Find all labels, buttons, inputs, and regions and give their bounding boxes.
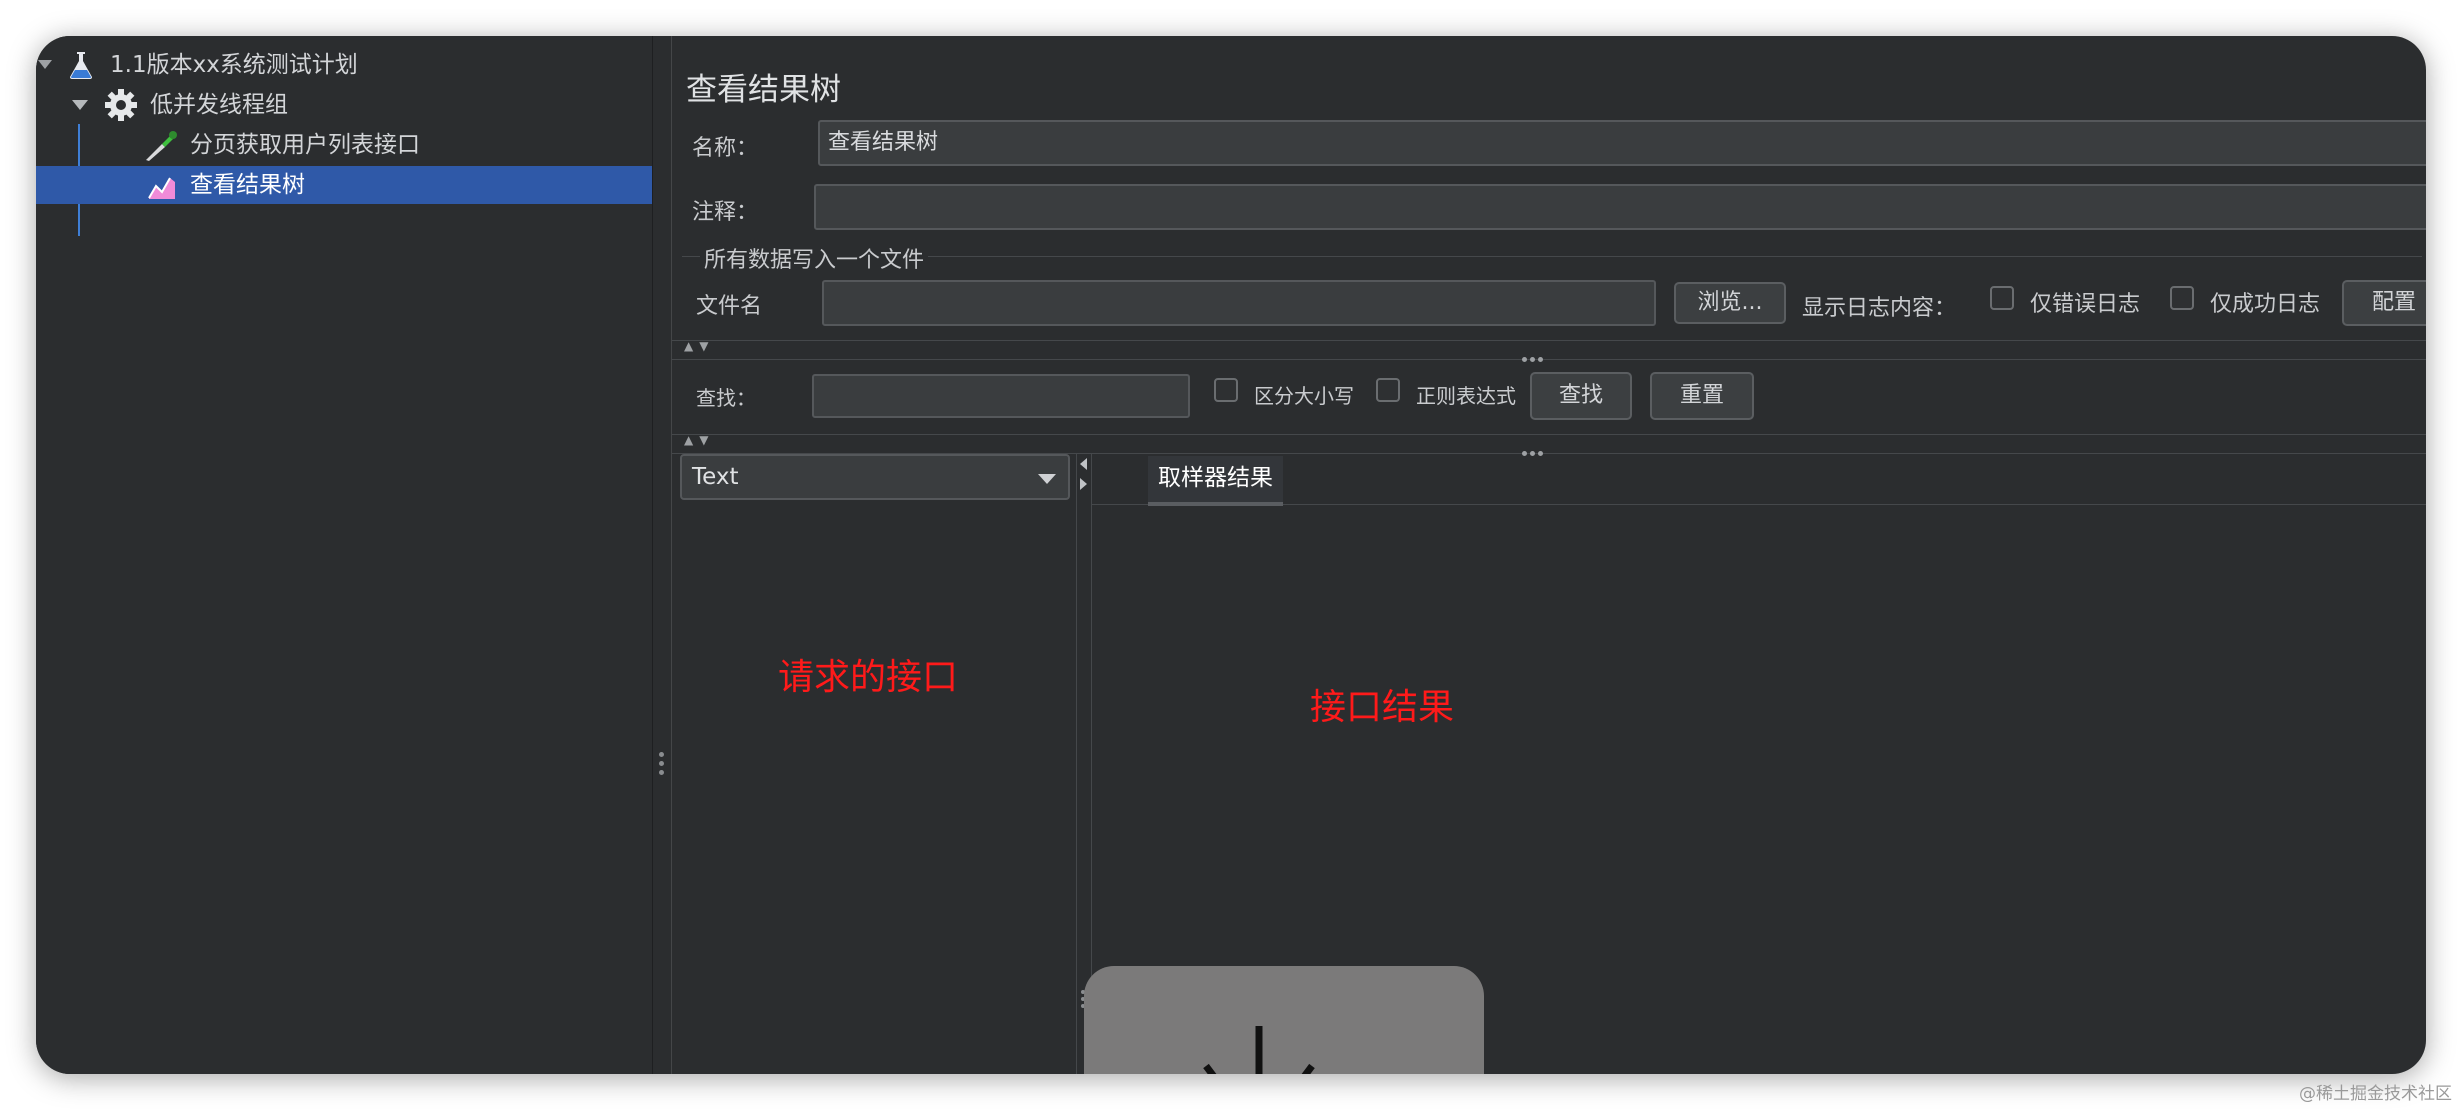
page-title: 查看结果树 xyxy=(686,72,841,108)
collapse-arrows-icon[interactable]: ▲▼ xyxy=(684,433,714,447)
success-only-label: 仅成功日志 xyxy=(2210,292,2321,317)
annotation-request-api: 请求的接口 xyxy=(778,657,959,698)
tab-sampler-result[interactable]: 取样器结果 xyxy=(1148,456,1283,506)
tree-label-test-plan: 1.1版本xx系统测试计划 xyxy=(110,52,358,78)
log-content-label: 显示日志内容： xyxy=(1802,296,1957,321)
gear-icon xyxy=(105,89,137,121)
success-only-checkbox[interactable] xyxy=(2170,286,2194,310)
find-button[interactable]: 查找 xyxy=(1530,372,1632,420)
tree-item-view-results-tree[interactable]: 查看结果树 xyxy=(36,166,652,204)
flask-icon xyxy=(70,52,92,79)
comment-field[interactable] xyxy=(814,184,2426,230)
expand-right-icon[interactable] xyxy=(1080,478,1087,490)
tree-item-sampler[interactable]: 分页获取用户列表接口 xyxy=(36,126,652,164)
test-plan-tree: 1.1版本xx系统测试计划 低并发线程组 分页获取用户列表接口 查看结果树 xyxy=(36,36,652,1074)
chart-icon xyxy=(148,177,175,199)
section-border xyxy=(682,256,2422,257)
download-overlay[interactable] xyxy=(1084,966,1484,1074)
tree-label-view-results-tree: 查看结果树 xyxy=(190,172,305,198)
reset-button[interactable]: 重置 xyxy=(1650,372,1754,420)
browse-button[interactable]: 浏览... xyxy=(1674,282,1786,324)
errors-only-label: 仅错误日志 xyxy=(2030,292,2141,317)
collapse-arrow-icon[interactable] xyxy=(38,60,52,69)
tree-item-thread-group[interactable]: 低并发线程组 xyxy=(36,86,652,124)
regex-label: 正则表达式 xyxy=(1416,384,1516,408)
name-field[interactable]: 查看结果树 xyxy=(818,120,2426,166)
expand-arrow-icon[interactable] xyxy=(72,100,88,110)
split-divider-1[interactable]: ▲▼ xyxy=(672,339,2426,362)
renderer-select-value: Text xyxy=(692,464,739,490)
errors-only-checkbox[interactable] xyxy=(1990,286,2014,310)
chevron-down-icon xyxy=(1038,474,1056,484)
download-icon xyxy=(1203,1026,1315,1074)
filename-field[interactable] xyxy=(822,280,1656,326)
regex-checkbox[interactable] xyxy=(1376,378,1400,402)
watermark: @稀土掘金技术社区 xyxy=(2299,1084,2452,1104)
collapse-arrows-icon[interactable]: ▲▼ xyxy=(684,339,714,353)
name-label: 名称： xyxy=(692,136,759,161)
comment-label: 注释： xyxy=(692,200,759,225)
tree-item-test-plan[interactable]: 1.1版本xx系统测试计划 xyxy=(36,46,652,84)
splitter-grip[interactable] xyxy=(659,752,665,779)
configure-button[interactable]: 配置 xyxy=(2342,280,2426,326)
case-sensitive-checkbox[interactable] xyxy=(1214,378,1238,402)
filename-label: 文件名 xyxy=(696,294,763,319)
search-label: 查找： xyxy=(696,386,756,410)
search-input[interactable] xyxy=(812,374,1190,418)
case-sensitive-label: 区分大小写 xyxy=(1254,384,1354,408)
tree-label-sampler: 分页获取用户列表接口 xyxy=(190,132,420,158)
view-results-tree-panel: 查看结果树 名称： 查看结果树 注释： 所有数据写入一个文件 文件名 浏览...… xyxy=(672,36,2426,1074)
pipette-icon xyxy=(146,131,177,161)
vertical-splitter[interactable] xyxy=(652,36,672,1074)
jmeter-window: 1.1版本xx系统测试计划 低并发线程组 分页获取用户列表接口 查看结果树 查看… xyxy=(36,36,2426,1074)
annotation-api-result: 接口结果 xyxy=(1310,687,1455,728)
tree-label-thread-group: 低并发线程组 xyxy=(150,92,288,118)
split-divider-2[interactable]: ▲▼ xyxy=(672,433,2426,456)
expand-left-icon[interactable] xyxy=(1080,458,1087,470)
tab-strip-border xyxy=(1092,504,2426,505)
renderer-select[interactable]: Text xyxy=(680,454,1070,500)
divider-grip[interactable] xyxy=(1522,347,1546,366)
file-section-title: 所有数据写入一个文件 xyxy=(700,242,929,274)
divider-grip[interactable] xyxy=(1522,441,1546,460)
